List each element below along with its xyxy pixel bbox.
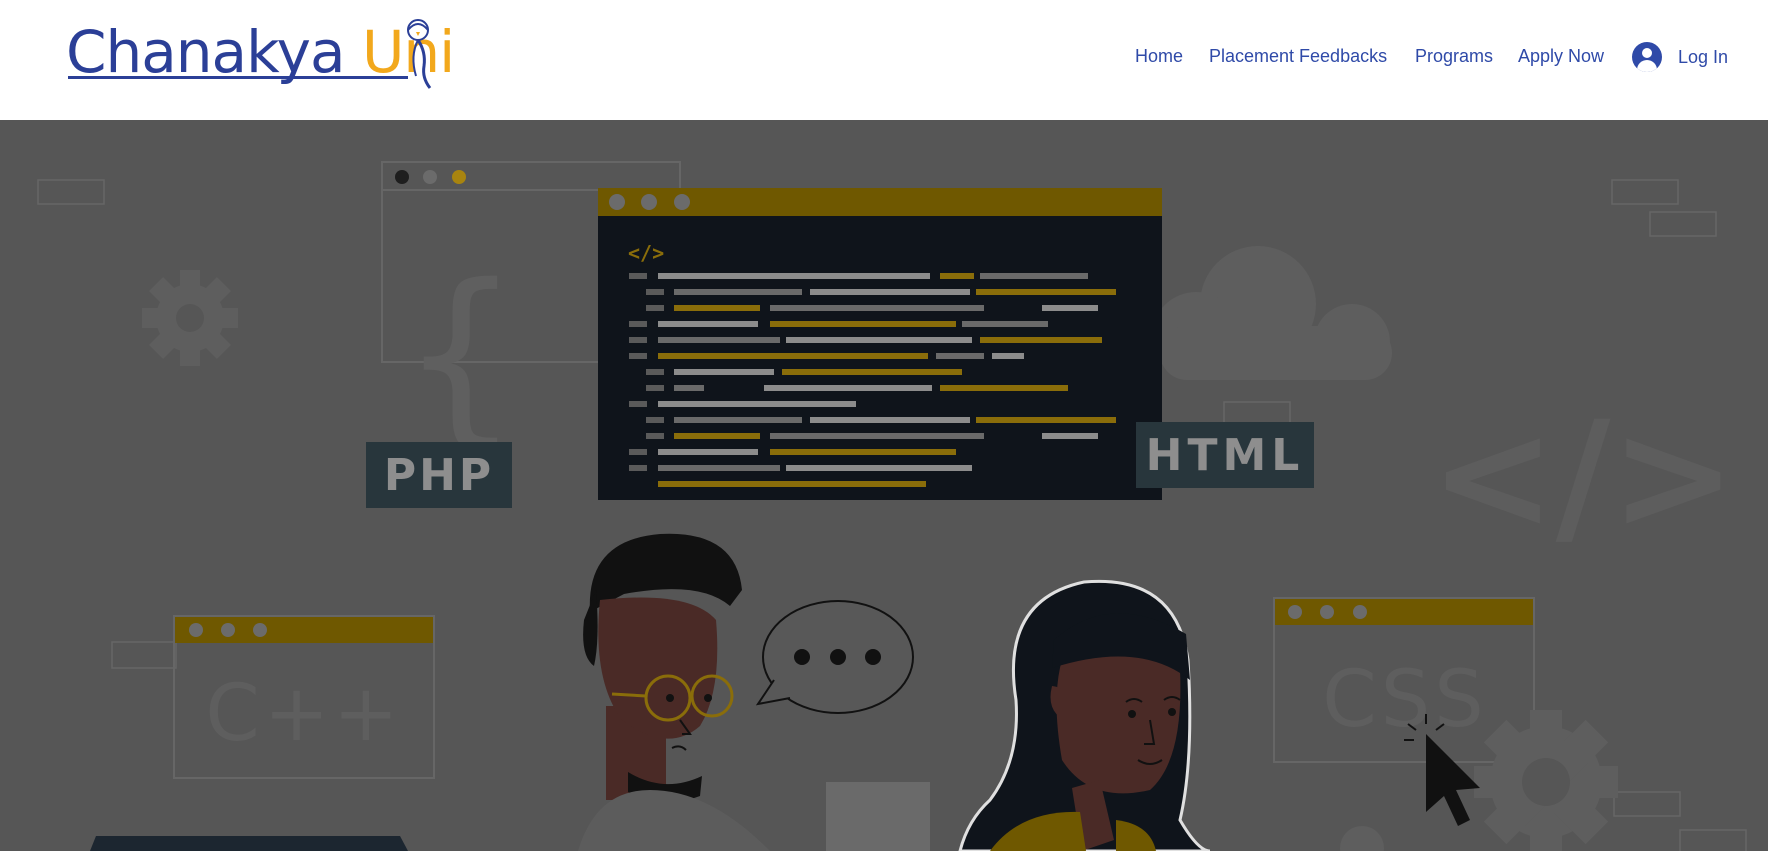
deco-box bbox=[1611, 179, 1679, 205]
nav-placement-feedbacks[interactable]: Placement Feedbacks bbox=[1209, 42, 1387, 70]
cpp-label: C++ bbox=[205, 669, 402, 759]
nav-programs[interactable]: Programs bbox=[1415, 42, 1493, 70]
brand-name: Chanakya Uni bbox=[66, 18, 455, 86]
deco-box bbox=[111, 641, 177, 669]
nav-home[interactable]: Home bbox=[1135, 42, 1183, 70]
page-scrollbar[interactable] bbox=[1768, 120, 1783, 851]
user-avatar-icon bbox=[1632, 42, 1662, 72]
speech-bubble bbox=[755, 600, 914, 714]
gear-icon bbox=[1474, 710, 1618, 851]
login-button[interactable]: Log In bbox=[1632, 42, 1728, 72]
deco-box bbox=[37, 179, 105, 205]
deco-box bbox=[1679, 829, 1747, 851]
code-tag-icon: </> bbox=[1430, 390, 1736, 564]
gear-icon bbox=[142, 270, 238, 366]
woman-character bbox=[958, 579, 1211, 851]
brand-logo[interactable]: Chanakya Uni bbox=[66, 14, 455, 94]
hero-artwork: { } </> </> PHP HTML C++ CSS bbox=[37, 161, 1747, 851]
css-label: CSS bbox=[1322, 655, 1488, 745]
window-dot bbox=[452, 170, 466, 184]
window-dot bbox=[641, 194, 657, 210]
site-header: Chanakya Uni Home Placement Feedbacks Pr… bbox=[0, 0, 1783, 120]
code-tag-label: </> bbox=[628, 241, 664, 265]
window-dot bbox=[609, 194, 625, 210]
login-label: Log In bbox=[1678, 47, 1729, 67]
cloud-icon bbox=[1152, 246, 1392, 380]
hero-illustration: { } </> </> PHP HTML C++ CSS bbox=[0, 120, 1783, 851]
deco-box bbox=[1649, 211, 1717, 237]
window-dot bbox=[674, 194, 690, 210]
window-dot bbox=[395, 170, 409, 184]
php-badge-label: PHP bbox=[384, 450, 494, 501]
window-dot bbox=[423, 170, 437, 184]
deco-box bbox=[1613, 791, 1681, 817]
deco-box bbox=[1223, 401, 1291, 425]
html-badge-label: HTML bbox=[1146, 430, 1305, 481]
logo-underline bbox=[68, 76, 408, 79]
laptop-edge bbox=[90, 836, 408, 851]
nav-apply-now[interactable]: Apply Now bbox=[1518, 42, 1604, 70]
gear-icon bbox=[1340, 826, 1384, 851]
logo-mascot-icon bbox=[407, 19, 432, 89]
